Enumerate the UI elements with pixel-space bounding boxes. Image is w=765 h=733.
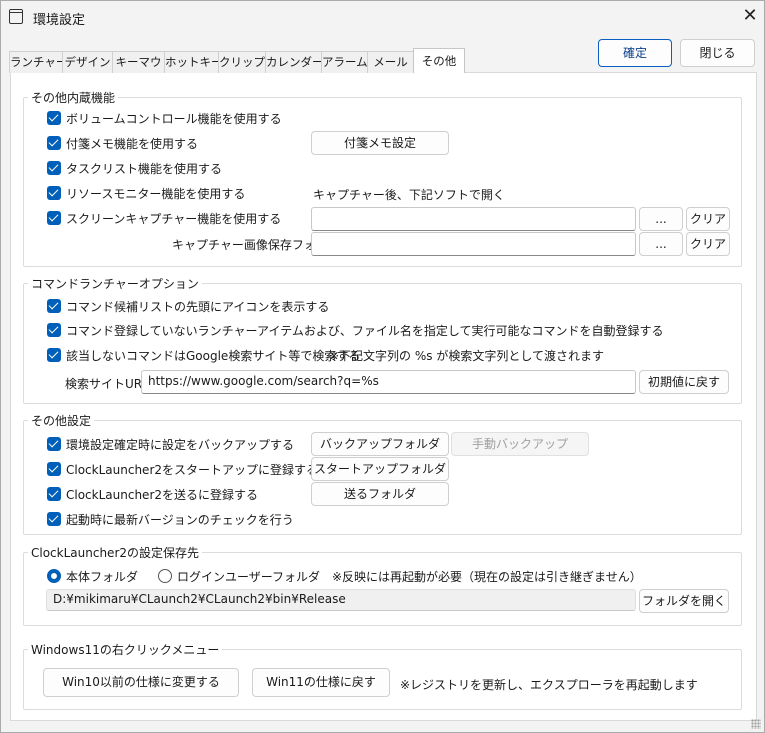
win11-group-title: Windows11の右クリックメニュー <box>28 641 223 658</box>
save-folder-field[interactable] <box>311 232 636 256</box>
command-icon-label: コマンド候補リストの先頭にアイコンを表示する <box>66 300 330 314</box>
reset-url-button[interactable]: 初期値に戻す <box>639 370 729 394</box>
volume-checkbox[interactable] <box>47 111 61 125</box>
other-group-title: その他設定 <box>28 412 95 429</box>
settings-window: 環境設定 ✕ 確定 閉じる ランチャー デザイン キーマウ ホットキー クリップ… <box>0 0 765 733</box>
resource-label: リソースモニター機能を使用する <box>66 187 246 201</box>
tab-other[interactable]: その他 <box>413 48 465 73</box>
command-group-title: コマンドランチャーオプション <box>28 275 202 292</box>
manual-backup-button[interactable]: 手動バックアップ <box>451 432 589 456</box>
app-icon <box>9 9 23 24</box>
tab-alarm[interactable]: アラーム <box>321 51 368 73</box>
tasklist-label: タスクリスト機能を使用する <box>66 162 223 176</box>
command-search-note: ※下記文字列の %s が検索文字列として渡されます <box>329 349 604 363</box>
tab-mail[interactable]: メール <box>367 51 414 73</box>
sendto-checkbox[interactable] <box>47 487 61 501</box>
sticky-settings-button[interactable]: 付箋メモ設定 <box>311 131 449 155</box>
command-search-checkbox[interactable] <box>47 348 61 362</box>
update-check-label: 起動時に最新バージョンのチェックを行う <box>66 513 294 527</box>
builtin-group-title: その他内蔵機能 <box>28 89 119 106</box>
resource-checkbox[interactable] <box>47 186 61 200</box>
tab-calendar[interactable]: カレンダー <box>265 51 324 73</box>
win10-style-button[interactable]: Win10以前の仕様に変更する <box>43 668 239 697</box>
tab-design[interactable]: デザイン <box>62 51 113 73</box>
update-check-checkbox[interactable] <box>47 512 61 526</box>
startup-label: ClockLauncher2をスタートアップに登録する <box>66 463 319 477</box>
storage-main-label: 本体フォルダ <box>66 570 139 584</box>
window-title: 環境設定 <box>33 13 86 28</box>
title-bar: 環境設定 ✕ <box>1 1 764 33</box>
ok-button[interactable]: 確定 <box>598 39 672 67</box>
tab-launcher[interactable]: ランチャー <box>9 51 67 73</box>
startup-checkbox[interactable] <box>47 462 61 476</box>
sendto-folder-button[interactable]: 送るフォルダ <box>311 482 449 506</box>
capture-checkbox[interactable] <box>47 211 61 225</box>
backup-checkbox[interactable] <box>47 437 61 451</box>
win11-note: ※レジストリを更新し、エクスプローラを再起動します <box>400 678 698 692</box>
tab-clip[interactable]: クリップ <box>218 51 266 73</box>
command-autoreg-checkbox[interactable] <box>47 323 61 337</box>
resize-grip-icon[interactable] <box>751 719 761 729</box>
volume-label: ボリュームコントロール機能を使用する <box>66 112 282 126</box>
close-icon[interactable]: ✕ <box>739 5 761 27</box>
save-folder-browse-button[interactable]: ... <box>639 232 683 256</box>
open-folder-button[interactable]: フォルダを開く <box>639 589 729 613</box>
sticky-checkbox[interactable] <box>47 136 61 150</box>
sendto-label: ClockLauncher2を送るに登録する <box>66 488 259 502</box>
capture-app-browse-button[interactable]: ... <box>639 207 683 231</box>
backup-label: 環境設定確定時に設定をバックアップする <box>66 438 295 452</box>
capture-app-clear-button[interactable]: クリア <box>686 207 730 231</box>
save-folder-clear-button[interactable]: クリア <box>686 232 730 256</box>
storage-group-title: ClockLauncher2の設定保存先 <box>28 544 203 561</box>
capture-app-field[interactable] <box>311 207 636 231</box>
command-icon-checkbox[interactable] <box>47 299 61 313</box>
search-url-field[interactable]: https://www.google.com/search?q=%s <box>141 370 636 394</box>
tab-keymouse[interactable]: キーマウ <box>112 51 165 73</box>
storage-path-field: D:¥mikimaru¥CLaunch2¥CLaunch2¥bin¥Releas… <box>46 589 636 611</box>
storage-user-radio[interactable] <box>158 569 172 583</box>
win11-style-button[interactable]: Win11の仕様に戻す <box>252 668 390 697</box>
command-autoreg-label: コマンド登録していないランチャーアイテムおよび、ファイル名を指定して実行可能なコ… <box>66 324 664 338</box>
tasklist-checkbox[interactable] <box>47 161 61 175</box>
tab-hotkey[interactable]: ホットキー <box>164 51 223 73</box>
backup-folder-button[interactable]: バックアップフォルダ <box>311 432 449 456</box>
close-button[interactable]: 閉じる <box>680 39 755 67</box>
capture-label: スクリーンキャプチャー機能を使用する <box>66 212 282 226</box>
storage-main-radio[interactable] <box>47 569 61 583</box>
storage-user-label: ログインユーザーフォルダ <box>177 570 321 584</box>
storage-note: ※反映には再起動が必要（現在の設定は引き継ぎません） <box>332 570 642 584</box>
capture-note: キャプチャー後、下記ソフトで開く <box>313 188 505 202</box>
startup-folder-button[interactable]: スタートアップフォルダ <box>311 457 449 481</box>
sticky-label: 付箋メモ機能を使用する <box>66 137 199 151</box>
search-url-label: 検索サイトURL <box>65 377 149 391</box>
command-search-label: 該当しないコマンドはGoogle検索サイト等で検索する <box>66 349 361 363</box>
